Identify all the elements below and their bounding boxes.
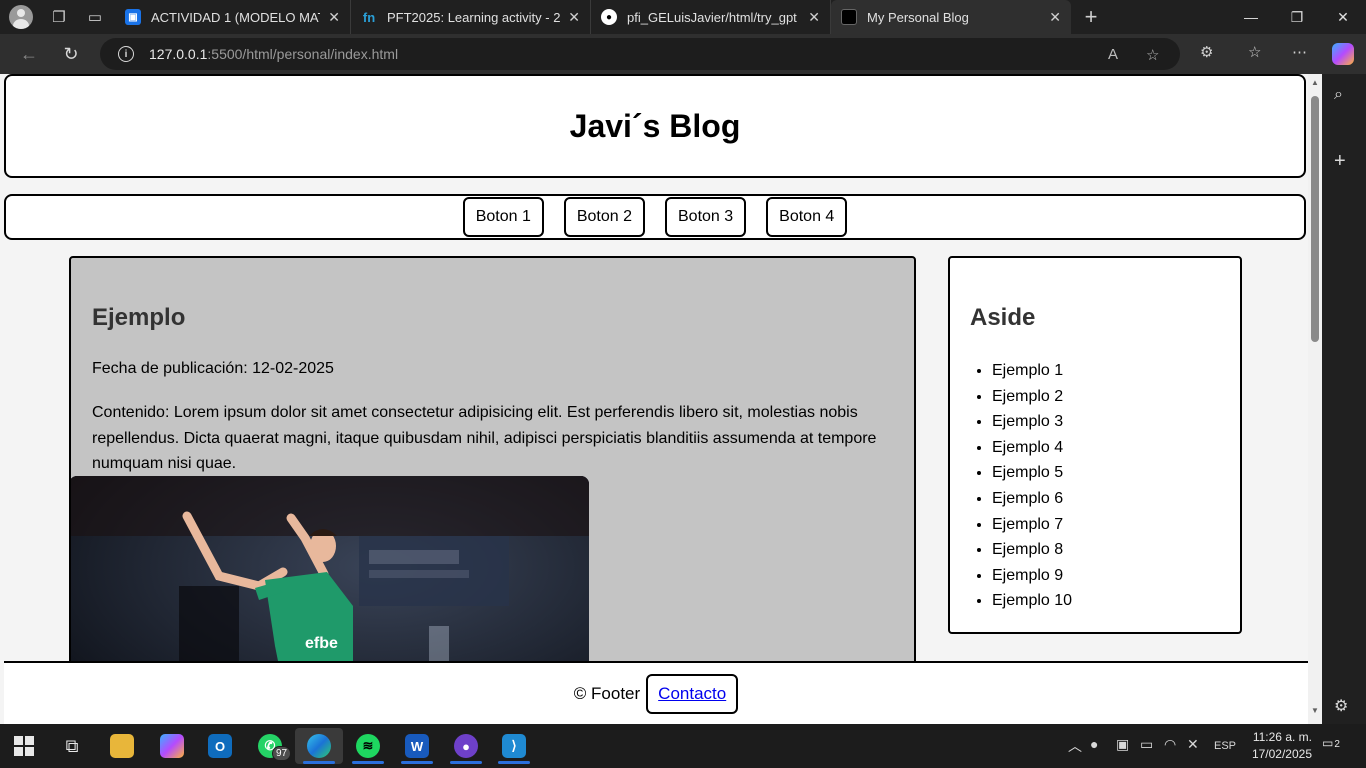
tab-title: pfi_GELuisJavier/html/try_gpt at m bbox=[627, 9, 800, 25]
nav-button-3[interactable]: Boton 3 bbox=[665, 197, 747, 237]
nav-button-4[interactable]: Boton 4 bbox=[766, 197, 848, 237]
volume-muted-icon[interactable]: ✕ bbox=[1187, 736, 1199, 753]
page-scrollbar[interactable]: ▲ ▼ bbox=[1308, 74, 1322, 724]
favorite-star-icon[interactable]: ☆ bbox=[1146, 46, 1159, 64]
outlook-icon[interactable]: O bbox=[196, 728, 244, 764]
github-desktop-icon[interactable]: ● bbox=[442, 728, 490, 764]
page-icon bbox=[841, 9, 857, 25]
new-tab-button[interactable]: + bbox=[1071, 0, 1111, 34]
close-tab-icon[interactable]: ✕ bbox=[808, 9, 820, 26]
tab-title: PFT2025: Learning activity - 2 - Ed bbox=[387, 9, 561, 25]
whatsapp-badge: 97 bbox=[272, 746, 292, 761]
notification-count: 2 bbox=[1334, 739, 1340, 750]
footer-text: © Footer bbox=[573, 683, 641, 703]
search-icon[interactable]: ⌕ bbox=[1334, 86, 1343, 104]
close-tab-icon[interactable]: ✕ bbox=[328, 9, 340, 26]
close-tab-icon[interactable]: ✕ bbox=[1049, 9, 1061, 26]
vscode-icon[interactable]: ⟩ bbox=[490, 728, 538, 764]
url-text[interactable]: 127.0.0.1:5500/html/personal/index.html bbox=[149, 46, 398, 62]
tab-title: ACTIVIDAD 1 (MODELO MATEMÁ bbox=[151, 9, 320, 25]
whatsapp-icon[interactable]: ✆ 97 bbox=[246, 728, 294, 764]
start-button[interactable] bbox=[0, 728, 48, 764]
article: Ejemplo Fecha de publicación: 12-02-2025… bbox=[69, 256, 916, 724]
more-menu-icon[interactable]: ⋯ bbox=[1292, 43, 1307, 61]
address-bar[interactable]: i 127.0.0.1:5500/html/personal/index.htm… bbox=[100, 38, 1180, 70]
favorites-icon[interactable]: ☆ bbox=[1248, 43, 1261, 61]
settings-gear-icon[interactable]: ⚙ bbox=[1334, 696, 1348, 716]
scroll-up-arrow-icon[interactable]: ▲ bbox=[1311, 78, 1319, 87]
classroom-icon: ▣ bbox=[125, 9, 141, 25]
site-info-icon[interactable]: i bbox=[118, 46, 134, 62]
tab-actions-icon[interactable]: ▭ bbox=[75, 0, 115, 34]
browser-tab-strip: ❐ ▭ ▣ ACTIVIDAD 1 (MODELO MATEMÁ ✕ fn PF… bbox=[0, 0, 1366, 34]
aside-list-item: Ejemplo 10 bbox=[992, 590, 1072, 616]
show-hidden-icons-icon[interactable]: ︿ bbox=[1068, 736, 1082, 756]
browser-tab-blog[interactable]: My Personal Blog ✕ bbox=[831, 0, 1071, 34]
close-window-icon[interactable]: ✕ bbox=[1320, 0, 1366, 34]
copilot-icon[interactable] bbox=[1332, 43, 1354, 65]
windows-logo-icon bbox=[14, 736, 34, 756]
battery-icon[interactable]: ▭ bbox=[1140, 736, 1153, 753]
notifications-icon[interactable]: ▭2 bbox=[1322, 736, 1348, 756]
spotify-icon[interactable]: ≋ bbox=[344, 728, 392, 764]
close-tab-icon[interactable]: ✕ bbox=[568, 9, 580, 26]
scroll-down-arrow-icon[interactable]: ▼ bbox=[1311, 706, 1319, 715]
aside-list-item: Ejemplo 1 bbox=[992, 360, 1072, 386]
aside-list-item: Ejemplo 6 bbox=[992, 488, 1072, 514]
edge-icon[interactable] bbox=[295, 728, 343, 764]
aside-list-item: Ejemplo 5 bbox=[992, 462, 1072, 488]
read-aloud-icon[interactable]: A bbox=[1108, 46, 1118, 63]
page-viewport: Javi´s Blog Boton 1 Boton 2 Boton 3 Boto… bbox=[0, 74, 1308, 724]
aside-list-item: Ejemplo 4 bbox=[992, 437, 1072, 463]
tray-app-icon[interactable]: ● bbox=[1090, 736, 1098, 752]
clock-date: 17/02/2025 bbox=[1251, 747, 1312, 761]
contact-link[interactable]: Contacto bbox=[646, 673, 739, 714]
clock-time: 11:26 a. m. bbox=[1252, 730, 1312, 744]
restore-icon[interactable]: ❐ bbox=[1274, 0, 1320, 34]
add-icon[interactable]: + bbox=[1334, 150, 1346, 173]
language-indicator[interactable]: ESP bbox=[1214, 740, 1236, 752]
fn-icon: fn bbox=[362, 9, 376, 25]
minimize-icon[interactable]: — bbox=[1228, 0, 1274, 34]
browser-toolbar: ← ↻ i 127.0.0.1:5500/html/personal/index… bbox=[0, 34, 1366, 74]
svg-text:efbe: efbe bbox=[305, 635, 338, 652]
article-title: Ejemplo bbox=[92, 304, 186, 331]
site-footer: © Footer Contacto bbox=[4, 661, 1308, 724]
refresh-icon[interactable]: ↻ bbox=[56, 40, 86, 68]
windows-taskbar: ⧉ O ✆ 97 ≋ W ● ⟩ ︿ ● ▣ ▭ ◠ ✕ ESP 11:26 a… bbox=[0, 724, 1366, 768]
clock[interactable]: 11:26 a. m. 17/02/2025 bbox=[1238, 729, 1312, 763]
site-nav: Boton 1 Boton 2 Boton 3 Boton 4 bbox=[4, 194, 1306, 240]
browser-tab-pft2025[interactable]: fn PFT2025: Learning activity - 2 - Ed ✕ bbox=[351, 0, 591, 34]
browser-tab-github[interactable]: ● pfi_GELuisJavier/html/try_gpt at m ✕ bbox=[591, 0, 831, 34]
copilot-app-icon[interactable] bbox=[148, 728, 196, 764]
browser-tab-actividad[interactable]: ▣ ACTIVIDAD 1 (MODELO MATEMÁ ✕ bbox=[115, 0, 351, 34]
edge-sidebar: ⌕ + ⚙ bbox=[1322, 74, 1366, 724]
aside-list-item: Ejemplo 3 bbox=[992, 411, 1072, 437]
tab-title: My Personal Blog bbox=[867, 9, 969, 25]
file-explorer-icon[interactable] bbox=[98, 728, 146, 764]
task-view-icon[interactable]: ⧉ bbox=[48, 728, 96, 764]
scrollbar-thumb[interactable] bbox=[1311, 96, 1319, 342]
aside-list-item: Ejemplo 9 bbox=[992, 565, 1072, 591]
blog-title: Javi´s Blog bbox=[569, 107, 741, 144]
workspaces-icon[interactable]: ❐ bbox=[39, 0, 79, 34]
article-date: Fecha de publicación: 12-02-2025 bbox=[92, 360, 334, 377]
profile-avatar-icon[interactable] bbox=[9, 5, 33, 29]
aside-list-item: Ejemplo 8 bbox=[992, 539, 1072, 565]
tray-display-icon[interactable]: ▣ bbox=[1116, 736, 1129, 753]
wifi-icon[interactable]: ◠ bbox=[1164, 736, 1176, 753]
article-content: Contenido: Lorem ipsum dolor sit amet co… bbox=[92, 404, 877, 473]
github-icon: ● bbox=[601, 9, 617, 25]
back-arrow-icon[interactable]: ← bbox=[14, 40, 44, 68]
site-header: Javi´s Blog bbox=[4, 74, 1306, 178]
nav-button-1[interactable]: Boton 1 bbox=[462, 197, 544, 237]
word-icon[interactable]: W bbox=[393, 728, 441, 764]
aside-panel: Aside Ejemplo 1 Ejemplo 2 Ejemplo 3 Ejem… bbox=[948, 256, 1242, 634]
nav-button-2[interactable]: Boton 2 bbox=[563, 197, 645, 237]
extensions-icon[interactable]: ⚙ bbox=[1200, 43, 1213, 61]
aside-list-item: Ejemplo 7 bbox=[992, 514, 1072, 540]
aside-list-item: Ejemplo 2 bbox=[992, 386, 1072, 412]
aside-list: Ejemplo 1 Ejemplo 2 Ejemplo 3 Ejemplo 4 … bbox=[992, 360, 1072, 616]
aside-title: Aside bbox=[970, 304, 1036, 331]
